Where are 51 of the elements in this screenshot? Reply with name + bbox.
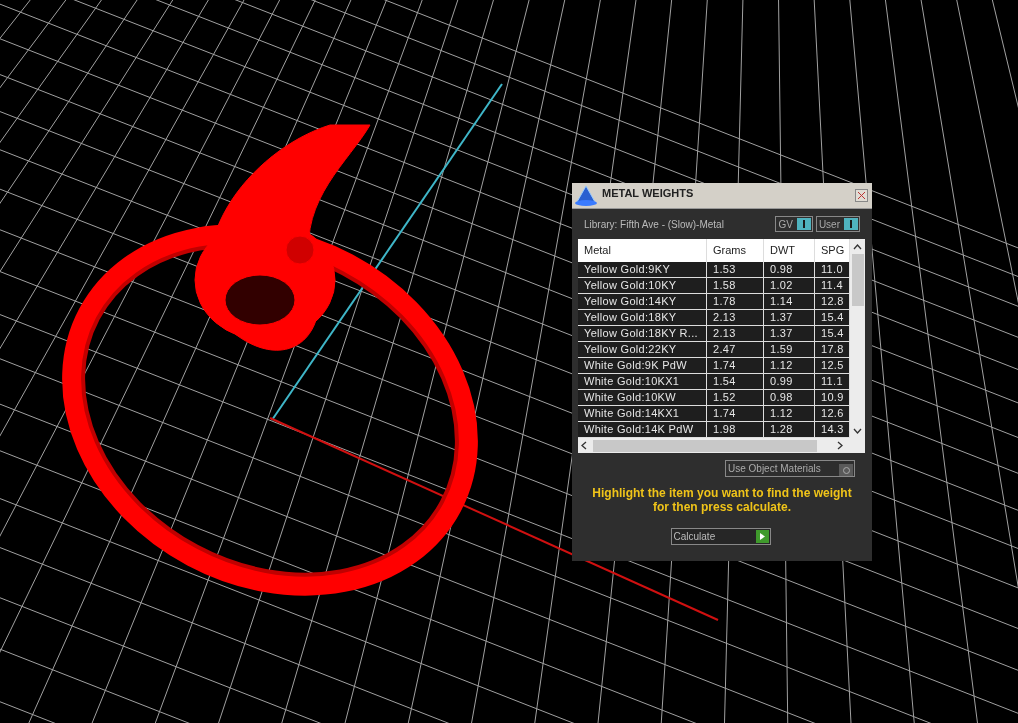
- table-cell: 1.78: [707, 294, 764, 309]
- table-cell: White Gold:10KX1: [578, 374, 707, 389]
- table-cell: 1.37: [764, 310, 815, 325]
- table-cell: 0.99: [764, 374, 815, 389]
- library-label: Library: Fifth Ave - (Slow)-Metal: [584, 217, 724, 232]
- table-cell: 1.12: [764, 358, 815, 373]
- instruction-text: Highlight the item you want to find the weight for then press calculate.: [591, 486, 853, 514]
- table-cell: 1.14: [764, 294, 815, 309]
- toggle-switch[interactable]: [796, 218, 811, 230]
- table-cell: 2.13: [707, 326, 764, 341]
- table-cell: Yellow Gold:9KY: [578, 262, 707, 277]
- toggle-field[interactable]: User: [815, 216, 860, 232]
- toggle-field[interactable]: GV: [775, 216, 813, 232]
- table-cell: White Gold:14K PdW: [578, 422, 707, 437]
- table-cell: Yellow Gold:14KY: [578, 294, 707, 309]
- table-cell: 1.74: [707, 406, 764, 421]
- table-cell: 1.58: [707, 278, 764, 293]
- table-cell: 1.53: [707, 262, 764, 277]
- table-cell: 1.54: [707, 374, 764, 389]
- table-cell: White Gold:14KX1: [578, 406, 707, 421]
- table-cell: 1.37: [764, 326, 815, 341]
- close-button[interactable]: [855, 189, 868, 202]
- toggle-switch[interactable]: [844, 218, 858, 230]
- table-cell: Yellow Gold:22KY: [578, 342, 707, 357]
- toggle-switch[interactable]: [839, 464, 853, 476]
- table-cell: 1.52: [707, 390, 764, 405]
- table-cell: 1.74: [707, 358, 764, 373]
- use-object-materials-field[interactable]: Use Object Materials: [725, 460, 855, 477]
- table-cell: 0.98: [764, 390, 815, 405]
- table-cell: 1.02: [764, 278, 815, 293]
- window-title: METAL WEIGHTS: [602, 186, 694, 202]
- table-cell: White Gold:9K PdW: [578, 358, 707, 373]
- field-label: Use Object Materials: [728, 462, 821, 476]
- table-cell: Yellow Gold:18KY: [578, 310, 707, 325]
- table-cell: 1.98: [707, 422, 764, 437]
- table-cell: 0.98: [764, 262, 815, 277]
- calculate-button[interactable]: Calculate: [670, 528, 771, 545]
- close-icon: [858, 192, 865, 199]
- table-cell: 1.59: [764, 342, 815, 357]
- table-cell: White Gold:10KW: [578, 390, 707, 405]
- table-cell: 1.12: [764, 406, 815, 421]
- play-icon: [759, 533, 765, 540]
- scrollbar-thumb[interactable]: [851, 254, 864, 306]
- table-cell: 2.47: [707, 342, 764, 357]
- table-cell: Yellow Gold:18KY R...: [578, 326, 707, 341]
- toggle-label: User: [818, 217, 840, 232]
- table-cell: Yellow Gold:10KY: [578, 278, 707, 293]
- table-cell: 2.13: [707, 310, 764, 325]
- table-cell: 1.28: [764, 422, 815, 437]
- toggle-label: GV: [778, 217, 793, 232]
- scrollbar-thumb[interactable]: [593, 439, 817, 452]
